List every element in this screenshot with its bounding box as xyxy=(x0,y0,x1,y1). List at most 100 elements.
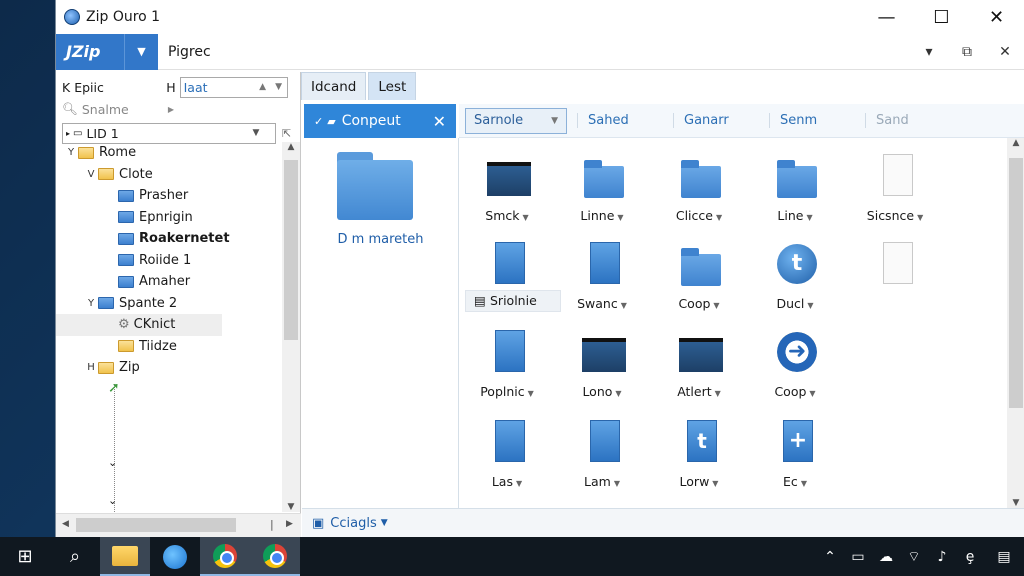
chrome-icon-2[interactable] xyxy=(250,537,300,576)
file-item[interactable]: Linne ▼ xyxy=(554,144,650,230)
file-item[interactable]: ➜ Coop ▼ xyxy=(747,320,843,406)
address-field[interactable]: ▸ ▭ LID 1 ▼ xyxy=(62,122,276,144)
side-panel-caption[interactable]: D m mareteh xyxy=(302,232,459,247)
file-item[interactable]: Coop ▼ xyxy=(651,232,747,318)
edge-icon[interactable] xyxy=(150,537,200,576)
left-row-text[interactable]: Epiic xyxy=(74,80,166,95)
toolbar-item-sand[interactable]: Sand xyxy=(865,113,951,128)
tree-expand-more-icon[interactable]: ⌄ xyxy=(108,494,117,507)
left-scrollbar[interactable]: ▲ ▼ xyxy=(282,142,300,512)
pin-icon[interactable]: ⇱ xyxy=(282,127,291,140)
tree-item[interactable]: ⚙ CKnict xyxy=(56,314,222,336)
tree-item[interactable]: Amaher xyxy=(56,271,282,293)
left-hscroll-thumb[interactable] xyxy=(76,518,236,532)
tree-item[interactable]: Y Rome xyxy=(56,142,282,164)
file-item[interactable]: Line ▼ xyxy=(747,144,843,230)
address-dropdown-icon[interactable]: ▼ xyxy=(252,128,259,138)
file-item[interactable]: Sriolnie ▤ xyxy=(459,232,561,318)
toolbar-item-sahed[interactable]: Sahed xyxy=(577,113,663,128)
file-item[interactable]: Sicsnce ▼ xyxy=(847,144,943,230)
tree-toggle-icon[interactable]: Y xyxy=(84,298,98,309)
close-button[interactable]: ✕ xyxy=(969,0,1024,34)
left-scroll-thumb[interactable] xyxy=(284,160,298,340)
search-row[interactable]: 🔍︎ Snalme ▶ xyxy=(56,98,300,120)
big-folder-icon[interactable] xyxy=(337,152,413,220)
panel-header[interactable]: ✓ ▰ Conpeut ✕ xyxy=(304,104,456,138)
ribbon-close-icon[interactable]: ✕ xyxy=(986,34,1024,70)
left-scroll-down-icon[interactable]: ▼ xyxy=(282,502,300,512)
status-bar[interactable]: ▣ Cciagls ▼ xyxy=(302,508,1024,537)
tree-item[interactable]: H Zip xyxy=(56,357,282,379)
grid-scroll-thumb[interactable] xyxy=(1009,158,1023,408)
tree-item[interactable]: Y Spante 2 xyxy=(56,293,282,315)
filter-field[interactable]: Iaat ▲ ▼ xyxy=(179,76,288,98)
ribbon-tab[interactable]: Pigrec xyxy=(168,44,211,60)
file-item[interactable]: Clicce ▼ xyxy=(651,144,747,230)
tree-item[interactable]: Tiidze xyxy=(56,336,282,358)
chevron-down-icon[interactable]: ▼ xyxy=(516,479,522,488)
tree-item[interactable]: Prasher xyxy=(56,185,282,207)
chevron-down-icon[interactable]: ▼ xyxy=(807,301,813,310)
chevron-down-icon[interactable]: ▼ xyxy=(621,301,627,310)
panel-close-icon[interactable]: ✕ xyxy=(433,112,446,131)
file-explorer-icon[interactable] xyxy=(100,537,150,576)
tree-item[interactable]: Epnrigin xyxy=(56,207,282,229)
file-item[interactable]: t Ducl ▼ xyxy=(747,232,843,318)
file-item[interactable] xyxy=(847,232,943,318)
file-item[interactable]: Swanc ▼ xyxy=(554,232,650,318)
tab-idcand[interactable]: Idcand xyxy=(301,72,367,100)
tree-expand-icon[interactable]: ⌄ xyxy=(108,456,117,469)
chevron-down-icon[interactable]: ▼ xyxy=(712,479,718,488)
taskbar-search-icon[interactable]: ⌕ xyxy=(50,537,100,576)
popout-icon[interactable]: ⧉ xyxy=(948,34,986,70)
volume-icon[interactable]: ♪ xyxy=(928,549,956,565)
start-icon[interactable]: ⊞ xyxy=(0,537,50,576)
chevron-down-icon[interactable]: ▼ xyxy=(801,479,807,488)
filter-up-icon[interactable]: ▲ xyxy=(255,82,271,92)
grid-scrollbar[interactable]: ▲ ▼ xyxy=(1007,138,1024,508)
sort-dropdown[interactable]: Sarnole ▼ xyxy=(465,107,567,134)
chevron-down-icon[interactable]: ▼ xyxy=(809,389,815,398)
tree-toggle-icon[interactable]: Y xyxy=(64,147,78,158)
chevron-down-icon[interactable]: ▼ xyxy=(615,389,621,398)
chevron-down-icon[interactable]: ▼ xyxy=(716,213,722,222)
grid-scroll-down-icon[interactable]: ▼ xyxy=(1007,498,1024,508)
notification-icon[interactable]: ▤ xyxy=(984,549,1024,565)
language-icon[interactable]: ȩ xyxy=(956,549,984,565)
toolbar-item-ganarr[interactable]: Ganarr xyxy=(673,113,759,128)
chevron-down-icon[interactable]: ▼ xyxy=(528,389,534,398)
app-menu-dropdown-icon[interactable]: ▼ xyxy=(124,33,158,70)
file-item[interactable]: Las ▼ xyxy=(459,410,555,496)
tree-toggle-icon[interactable]: H xyxy=(84,362,98,373)
minimize-button[interactable]: — xyxy=(859,0,914,34)
tab-lest[interactable]: Lest xyxy=(368,72,417,100)
chevron-down-icon[interactable]: ▼ xyxy=(713,301,719,310)
app-menu-button[interactable]: JZip ▼ xyxy=(56,33,158,70)
chevron-down-icon[interactable]: ▼ xyxy=(917,213,923,222)
left-hscrollbar[interactable]: ◀ | ▶ xyxy=(56,513,301,537)
grid-scroll-up-icon[interactable]: ▲ xyxy=(1007,138,1024,148)
tray-chevron-up-icon[interactable]: ⌃ xyxy=(816,549,844,565)
toolbar-item-senm[interactable]: Senm xyxy=(769,113,855,128)
filter-down-icon[interactable]: ▼ xyxy=(271,82,287,92)
left-scroll-left-icon[interactable]: ◀ xyxy=(62,519,69,529)
file-item[interactable]: Smck ▼ xyxy=(459,144,555,230)
left-scroll-up-icon[interactable]: ▲ xyxy=(282,142,300,152)
chevron-down-icon[interactable]: ▼ xyxy=(715,389,721,398)
chrome-icon[interactable] xyxy=(200,537,250,576)
chevron-down-icon[interactable]: ▼ xyxy=(617,213,623,222)
chevron-down-icon[interactable]: ▼ xyxy=(523,213,529,222)
chevron-down-icon[interactable]: ▼ xyxy=(614,479,620,488)
cloud-icon[interactable]: ☁ xyxy=(872,549,900,565)
battery-icon[interactable]: ▭ xyxy=(844,549,872,565)
file-item[interactable]: Lono ▼ xyxy=(554,320,650,406)
file-item[interactable]: Poplnic ▼ xyxy=(459,320,555,406)
file-item[interactable]: t Lorw ▼ xyxy=(651,410,747,496)
tree-item[interactable]: V Clote xyxy=(56,164,282,186)
status-dropdown-icon[interactable]: ▼ xyxy=(381,518,388,528)
tree-item[interactable]: Roakernetet xyxy=(56,228,282,250)
tree-toggle-icon[interactable]: V xyxy=(84,169,98,180)
chevron-down-icon[interactable]: ▼ xyxy=(806,213,812,222)
network-icon[interactable]: ⌔ xyxy=(900,548,928,566)
tree-item[interactable]: Roiide 1 xyxy=(56,250,282,272)
